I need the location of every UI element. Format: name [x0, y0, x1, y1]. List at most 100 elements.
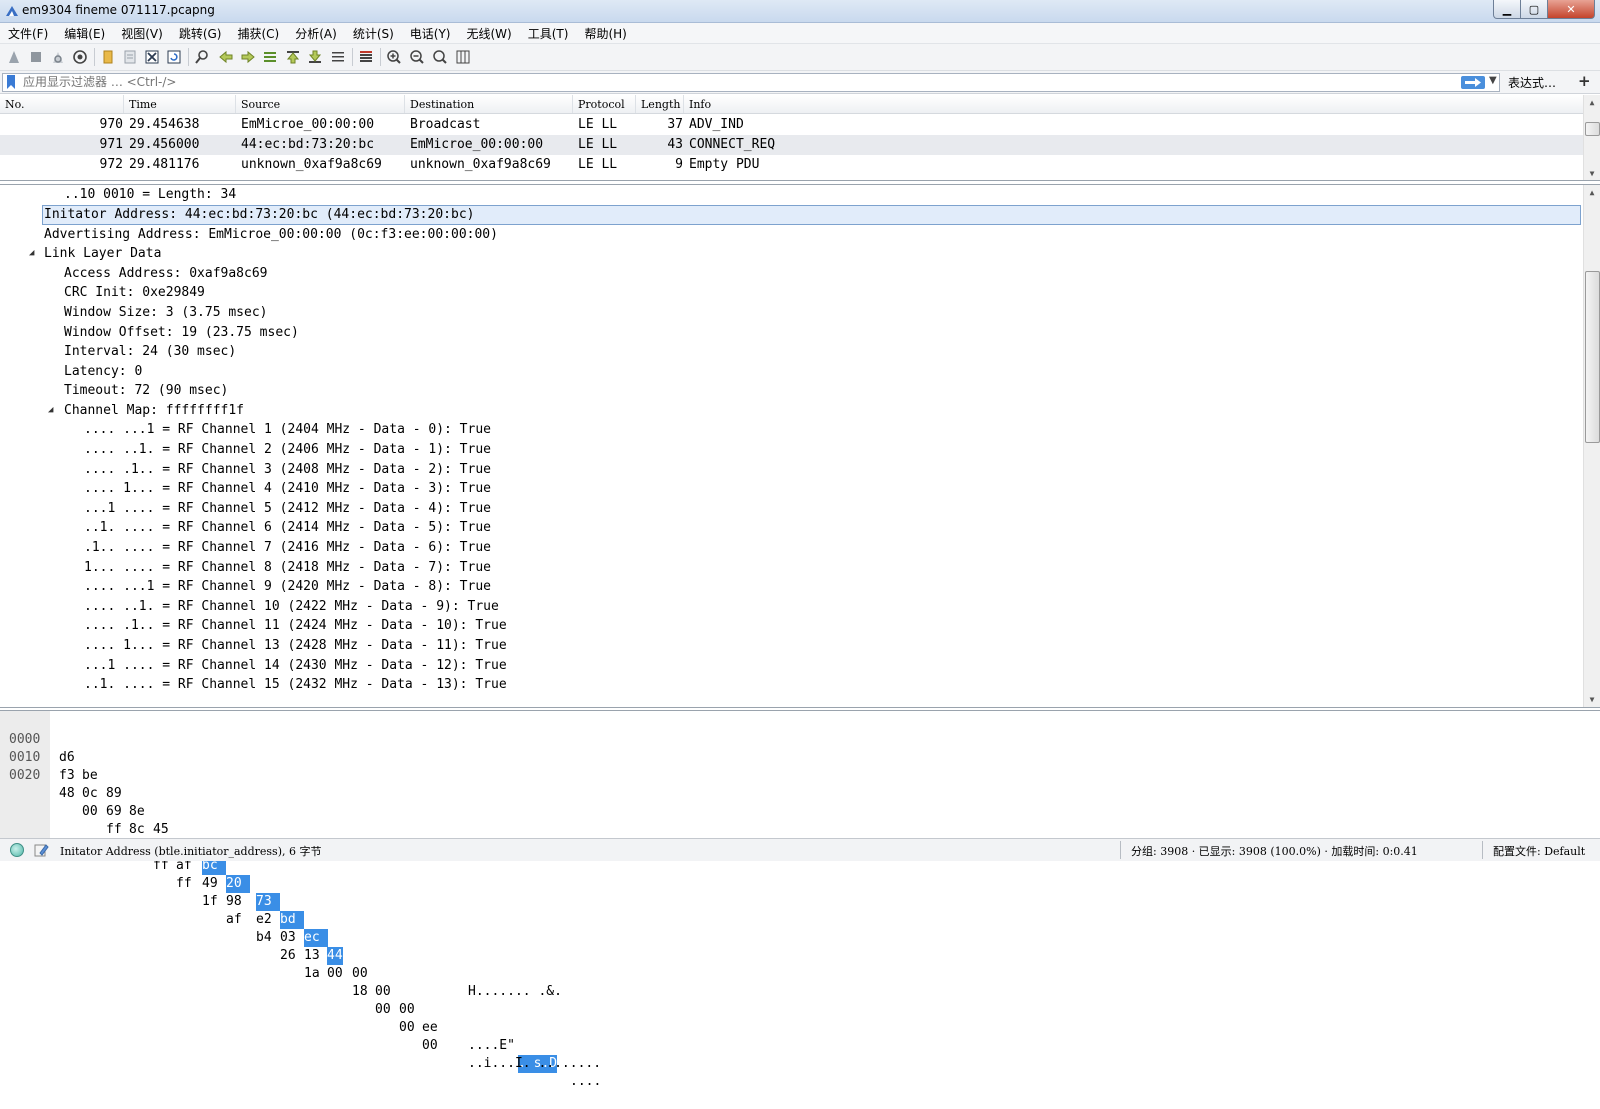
tree-item[interactable]: ...1 .... = RF Channel 14 (2430 MHz - Da…: [84, 656, 507, 676]
tree-item[interactable]: Interval: 24 (30 msec): [64, 342, 236, 362]
tree-item[interactable]: .... ...1 = RF Channel 1 (2404 MHz - Dat…: [84, 420, 491, 440]
edit-comment-icon[interactable]: [33, 842, 49, 858]
tree-item[interactable]: Access Address: 0xaf9a8c69: [64, 264, 268, 284]
column-protocol[interactable]: Protocol: [578, 98, 625, 111]
tree-item[interactable]: .1.. .... = RF Channel 7 (2416 MHz - Dat…: [84, 538, 491, 558]
column-no[interactable]: No.: [5, 98, 25, 111]
maximize-button[interactable]: ▢: [1520, 0, 1548, 19]
bookmark-icon[interactable]: [6, 75, 16, 89]
tree-item[interactable]: Advertising Address: EmMicroe_00:00:00 (…: [44, 225, 498, 245]
hex-byte[interactable]: 00: [375, 983, 391, 1001]
hex-byte[interactable]: 00: [82, 803, 98, 821]
apply-filter-icon[interactable]: [1461, 76, 1485, 89]
hex-byte[interactable]: 49: [202, 875, 218, 893]
tree-item[interactable]: Window Size: 3 (3.75 msec): [64, 303, 268, 323]
hex-byte[interactable]: 26: [280, 947, 296, 965]
menu-file[interactable]: 文件(F): [0, 25, 56, 42]
tree-item[interactable]: .... 1... = RF Channel 4 (2410 MHz - Dat…: [84, 479, 491, 499]
scroll-down-icon[interactable]: ▼: [1584, 166, 1600, 180]
menu-edit[interactable]: 编辑(E): [56, 25, 113, 42]
hex-byte[interactable]: be: [82, 767, 98, 785]
scroll-down-icon[interactable]: ▼: [1584, 692, 1600, 706]
menu-go[interactable]: 跳转(G): [171, 25, 230, 42]
tree-item[interactable]: Channel Map: ffffffff1f: [64, 401, 244, 421]
add-filter-button[interactable]: +: [1578, 72, 1591, 90]
hex-byte[interactable]: ff: [106, 821, 122, 839]
resize-columns-icon[interactable]: [454, 48, 472, 66]
menu-capture[interactable]: 捕获(C): [229, 25, 287, 42]
hex-byte[interactable]: 18: [352, 983, 368, 1001]
hex-byte[interactable]: e2: [256, 911, 272, 929]
details-scrollbar[interactable]: ▲ ▼: [1583, 185, 1600, 707]
column-time[interactable]: Time: [129, 98, 157, 111]
scrollbar-thumb[interactable]: [1585, 271, 1600, 443]
status-profile[interactable]: 配置文件: Default: [1493, 843, 1585, 859]
tree-item[interactable]: ..1. .... = RF Channel 6 (2414 MHz - Dat…: [84, 518, 491, 538]
hex-byte[interactable]: 0c: [82, 785, 98, 803]
column-info[interactable]: Info: [689, 98, 711, 111]
tree-item[interactable]: 1... .... = RF Channel 8 (2418 MHz - Dat…: [84, 558, 491, 578]
go-to-packet-icon[interactable]: [261, 48, 279, 66]
tree-item-selected[interactable]: Initator Address: 44:ec:bd:73:20:bc (44:…: [42, 205, 1581, 225]
hex-byte[interactable]: 1a: [304, 965, 320, 983]
hex-byte[interactable]: 00: [422, 1037, 438, 1055]
ascii-text[interactable]: ..i...I. ........: [468, 1055, 601, 1073]
tree-expanded-icon[interactable]: ◢: [48, 405, 53, 415]
hex-byte-selected[interactable]: ec: [304, 929, 328, 947]
hex-byte-selected[interactable]: bd: [280, 911, 304, 929]
expert-info-icon[interactable]: [10, 843, 24, 857]
hex-byte[interactable]: 48: [59, 785, 75, 803]
hex-byte[interactable]: ee: [422, 1019, 438, 1037]
tree-item[interactable]: ...1 .... = RF Channel 5 (2412 MHz - Dat…: [84, 499, 491, 519]
hex-byte[interactable]: 03: [280, 929, 296, 947]
hex-byte[interactable]: 13: [304, 947, 320, 965]
column-length[interactable]: Length: [641, 98, 680, 111]
hex-byte[interactable]: 00: [352, 965, 368, 983]
hex-byte[interactable]: 8e: [129, 803, 145, 821]
hex-byte-selected[interactable]: 20: [226, 875, 250, 893]
expression-button[interactable]: 表达式…: [1508, 74, 1556, 91]
tree-item[interactable]: .... .1.. = RF Channel 11 (2424 MHz - Da…: [84, 616, 507, 636]
menu-wireless[interactable]: 无线(W): [459, 25, 520, 42]
zoom-out-icon[interactable]: [408, 48, 426, 66]
find-packet-icon[interactable]: [193, 48, 211, 66]
hex-byte[interactable]: 69: [106, 803, 122, 821]
chevron-down-icon[interactable]: ▼: [1489, 75, 1497, 86]
last-packet-icon[interactable]: [306, 48, 324, 66]
open-file-icon[interactable]: [99, 48, 117, 66]
capture-options-icon[interactable]: [71, 48, 89, 66]
display-filter-input[interactable]: [23, 74, 1423, 90]
hex-byte[interactable]: 00: [327, 965, 343, 983]
zoom-in-icon[interactable]: [385, 48, 403, 66]
column-destination[interactable]: Destination: [410, 98, 474, 111]
menu-statistics[interactable]: 统计(S): [345, 25, 402, 42]
tree-item[interactable]: Link Layer Data: [44, 244, 161, 264]
menu-telephony[interactable]: 电话(Y): [402, 25, 459, 42]
autoscroll-icon[interactable]: [329, 48, 347, 66]
tree-item[interactable]: Latency: 0: [64, 362, 142, 382]
menu-help[interactable]: 帮助(H): [576, 25, 634, 42]
tree-item[interactable]: .... 1... = RF Channel 13 (2428 MHz - Da…: [84, 636, 507, 656]
tree-item[interactable]: CRC Init: 0xe29849: [64, 283, 205, 303]
close-file-icon[interactable]: [143, 48, 161, 66]
first-packet-icon[interactable]: [284, 48, 302, 66]
hex-byte[interactable]: af: [226, 911, 242, 929]
scrollbar-thumb[interactable]: [1585, 122, 1600, 136]
column-source[interactable]: Source: [241, 98, 280, 111]
hex-byte[interactable]: f3: [59, 767, 75, 785]
ascii-text[interactable]: ....E": [468, 1037, 515, 1055]
packet-list-scrollbar[interactable]: ▲ ▼: [1583, 95, 1600, 180]
packet-row-selected[interactable]: 971 29.456000 44:ec:bd:73:20:bc EmMicroe…: [0, 135, 1584, 155]
hex-byte[interactable]: 00: [399, 1001, 415, 1019]
restart-capture-icon[interactable]: [49, 48, 67, 66]
go-forward-icon[interactable]: [239, 48, 257, 66]
tree-item[interactable]: Window Offset: 19 (23.75 msec): [64, 323, 299, 343]
normal-size-icon[interactable]: [431, 48, 449, 66]
tree-item[interactable]: .... ..1. = RF Channel 2 (2406 MHz - Dat…: [84, 440, 491, 460]
tree-item[interactable]: ..1. .... = RF Channel 15 (2432 MHz - Da…: [84, 675, 507, 695]
menu-view[interactable]: 视图(V): [113, 25, 171, 42]
tree-item[interactable]: .... ...1 = RF Channel 9 (2420 MHz - Dat…: [84, 577, 491, 597]
tree-expanded-icon[interactable]: ◢: [29, 248, 34, 258]
hex-byte[interactable]: d6: [59, 749, 75, 767]
hex-byte[interactable]: b4: [256, 929, 272, 947]
